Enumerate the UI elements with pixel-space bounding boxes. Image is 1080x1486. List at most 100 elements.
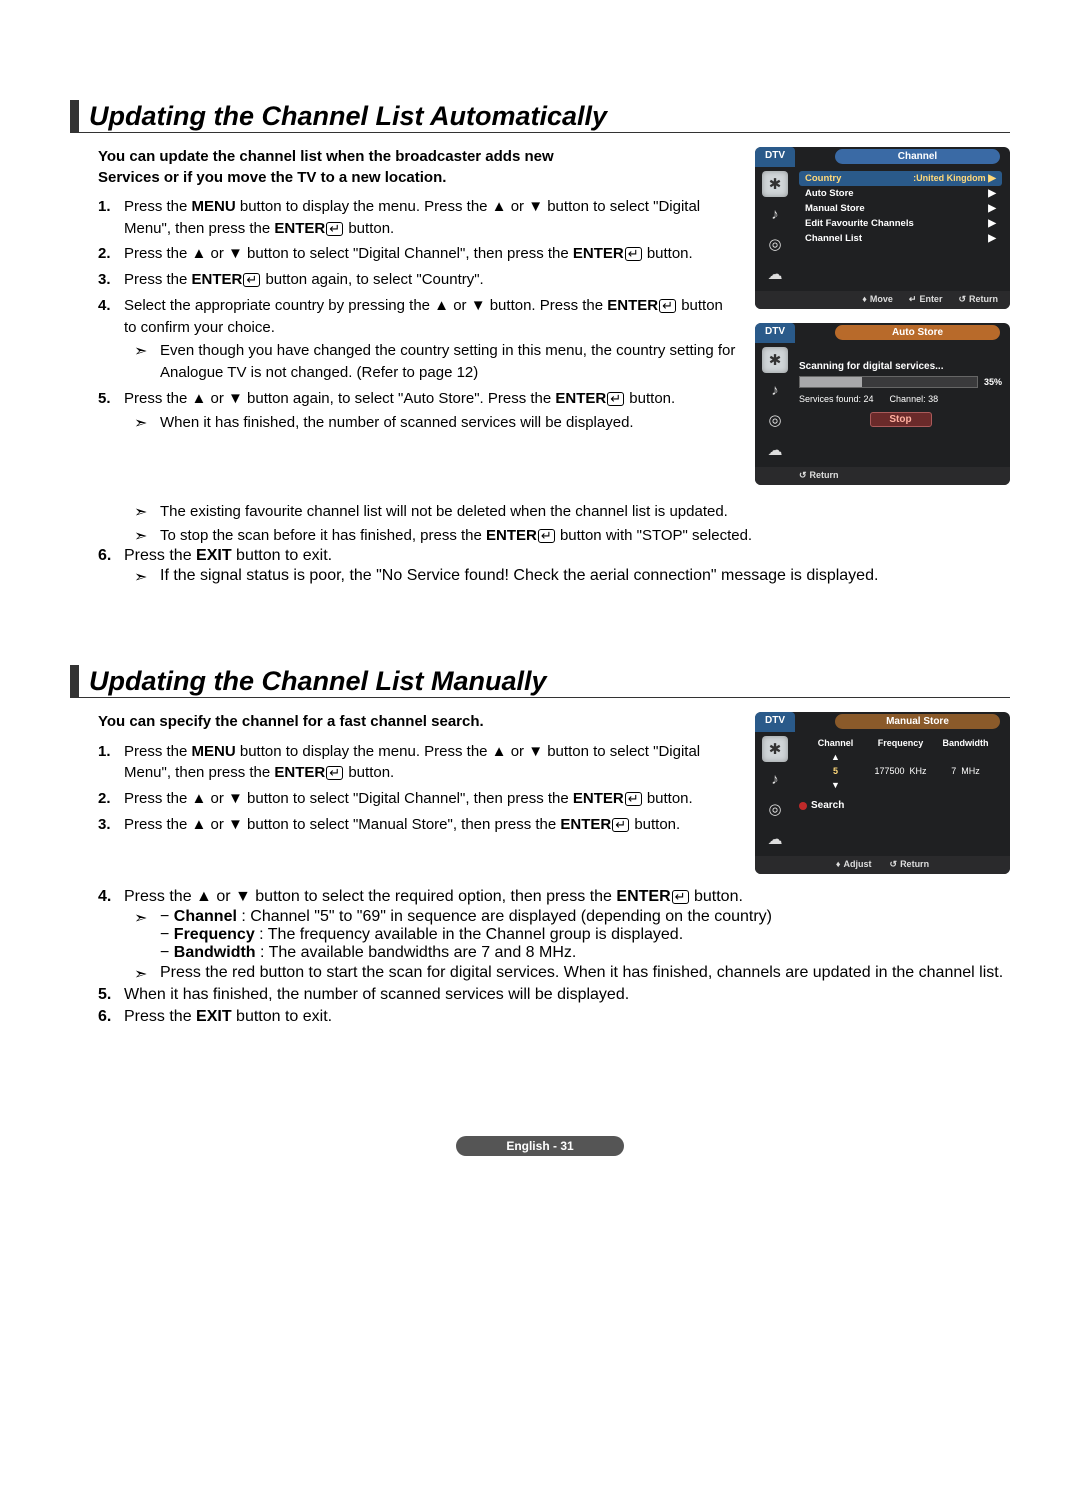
s2-step4: Press the ▲ or ▼ button to select the re… bbox=[98, 888, 1010, 982]
val-mhz: MHz bbox=[961, 766, 980, 776]
txt: button with "STOP" selected. bbox=[556, 527, 752, 544]
red-dot-icon[interactable] bbox=[799, 802, 807, 810]
opt-bandwidth: Bandwidth bbox=[174, 944, 256, 961]
s1-step2: Press the ▲ or ▼ button to select "Digit… bbox=[98, 243, 737, 265]
progress-fill bbox=[800, 377, 862, 387]
setup-icon[interactable]: ☁ bbox=[762, 826, 788, 852]
label: Edit Favourite Channels bbox=[805, 218, 914, 229]
s1-step5: Press the ▲ or ▼ button again, to select… bbox=[98, 388, 737, 434]
enter-icon: ↵ bbox=[326, 222, 343, 236]
s1-step5-note2: The existing favourite channel list will… bbox=[124, 501, 1010, 523]
chevron-right-icon: ▶ bbox=[988, 203, 996, 214]
osd-channel-menu: DTV Channel ✱ ♪ ◎ ☁ Country :United King… bbox=[755, 147, 1010, 309]
osd-title: Manual Store bbox=[835, 714, 1000, 729]
txt: Press the bbox=[124, 198, 192, 215]
txt: button to exit. bbox=[232, 1008, 333, 1025]
enter-icon: ↵ bbox=[672, 890, 689, 904]
val-channel[interactable]: 5 bbox=[803, 766, 868, 776]
dtv-tab: DTV bbox=[755, 712, 795, 732]
enter-label: ENTER bbox=[555, 390, 606, 407]
enter-label: ENTER bbox=[274, 764, 325, 781]
osd-title: Channel bbox=[835, 149, 1000, 164]
stop-button[interactable]: Stop bbox=[870, 412, 932, 427]
txt: : The available bandwidths are 7 and 8 M… bbox=[256, 944, 577, 961]
section1-intro: You can update the channel list when the… bbox=[98, 147, 558, 188]
search-button[interactable]: Search bbox=[811, 800, 844, 811]
menu-edit-fav[interactable]: Edit Favourite Channels▶ bbox=[799, 216, 1002, 231]
txt: button. bbox=[643, 245, 693, 262]
chevron-right-icon: ▶ bbox=[988, 233, 996, 244]
picture-icon[interactable]: ✱ bbox=[762, 347, 788, 373]
exit-label: EXIT bbox=[196, 1008, 232, 1025]
arrow-up-icon[interactable]: ▲ bbox=[803, 752, 868, 762]
txt: Press the bbox=[124, 743, 192, 760]
value: :United Kingdom bbox=[913, 173, 986, 183]
txt: − bbox=[160, 926, 174, 943]
s2-step1: Press the MENU button to display the men… bbox=[98, 741, 737, 785]
label: Channel List bbox=[805, 233, 862, 244]
txt: Press the bbox=[124, 271, 192, 288]
chevron-right-icon: ▶ bbox=[988, 188, 996, 199]
s1-step1: Press the MENU button to display the men… bbox=[98, 196, 737, 240]
sound-icon[interactable]: ♪ bbox=[762, 766, 788, 792]
txt: Press the ▲ or ▼ button to select "Digit… bbox=[124, 245, 573, 262]
opt-channel: Channel bbox=[174, 908, 237, 925]
menu-auto-store[interactable]: Auto Store ▶ bbox=[799, 186, 1002, 201]
s2-step6: Press the EXIT button to exit. bbox=[98, 1008, 1010, 1026]
hint-enter: ↵Enter bbox=[909, 294, 943, 305]
txt: button. bbox=[643, 790, 693, 807]
txt: Return bbox=[900, 859, 929, 869]
txt: Move bbox=[870, 294, 893, 304]
txt: button. bbox=[690, 888, 743, 905]
s1-step5-note1: When it has finished, the number of scan… bbox=[124, 412, 737, 434]
osd-sidebar: ✱ ♪ ◎ ☁ bbox=[755, 732, 795, 856]
s2-step5: When it has finished, the number of scan… bbox=[98, 986, 1010, 1004]
setup-icon[interactable]: ☁ bbox=[762, 261, 788, 287]
label: Manual Store bbox=[805, 203, 865, 214]
txt: Press the bbox=[124, 1008, 196, 1025]
enter-icon: ↵ bbox=[625, 247, 642, 261]
txt: Press the ▲ or ▼ button to select "Manua… bbox=[124, 816, 560, 833]
chevron-right-icon: ▶ bbox=[988, 173, 996, 184]
dtv-tab: DTV bbox=[755, 323, 795, 343]
picture-icon[interactable]: ✱ bbox=[762, 171, 788, 197]
txt: : The frequency available in the Channel… bbox=[255, 926, 683, 943]
s1-step4-note: Even though you have changed the country… bbox=[124, 340, 737, 384]
txt: − bbox=[160, 944, 174, 961]
s2-step2: Press the ▲ or ▼ button to select "Digit… bbox=[98, 788, 737, 810]
channel-icon[interactable]: ◎ bbox=[762, 231, 788, 257]
osd-manual-store: DTV Manual Store ✱ ♪ ◎ ☁ Channel Frequen… bbox=[755, 712, 1010, 874]
txt: button again, to select "Country". bbox=[261, 271, 483, 288]
enter-icon: ↵ bbox=[607, 392, 624, 406]
return-icon: ↺ bbox=[958, 294, 966, 304]
hdr-bandwidth: Bandwidth bbox=[933, 738, 998, 748]
osd-title: Auto Store bbox=[835, 325, 1000, 340]
s1-step4: Select the appropriate country by pressi… bbox=[98, 295, 737, 384]
label: Auto Store bbox=[805, 188, 854, 199]
opt-frequency: Frequency bbox=[174, 926, 255, 943]
txt: button. bbox=[625, 390, 675, 407]
txt: button to exit. bbox=[232, 547, 333, 564]
picture-icon[interactable]: ✱ bbox=[762, 736, 788, 762]
val-frequency: 177500 bbox=[874, 766, 904, 776]
section2-intro: You can specify the channel for a fast c… bbox=[98, 712, 558, 732]
channel-icon[interactable]: ◎ bbox=[762, 796, 788, 822]
hint-return: ↺Return bbox=[958, 294, 998, 305]
arrow-down-icon[interactable]: ▼ bbox=[803, 780, 868, 790]
menu-manual-store[interactable]: Manual Store ▶ bbox=[799, 201, 1002, 216]
progress-bar bbox=[799, 376, 978, 388]
channel-icon[interactable]: ◎ bbox=[762, 407, 788, 433]
s2-step3: Press the ▲ or ▼ button to select "Manua… bbox=[98, 814, 737, 836]
s1-step6: Press the EXIT button to exit. If the si… bbox=[98, 547, 1010, 585]
setup-icon[interactable]: ☁ bbox=[762, 437, 788, 463]
page-number: English - 31 bbox=[456, 1136, 623, 1156]
menu-country[interactable]: Country :United Kingdom ▶ bbox=[799, 171, 1002, 186]
enter-icon: ↵ bbox=[243, 273, 260, 287]
menu-channel-list[interactable]: Channel List ▶ bbox=[799, 231, 1002, 246]
txt: Press the bbox=[124, 547, 196, 564]
sound-icon[interactable]: ♪ bbox=[762, 377, 788, 403]
sound-icon[interactable]: ♪ bbox=[762, 201, 788, 227]
txt: : Channel "5" to "69" in sequence are di… bbox=[237, 908, 772, 925]
txt: Press the ▲ or ▼ button to select "Digit… bbox=[124, 790, 573, 807]
enter-label: ENTER bbox=[573, 245, 624, 262]
